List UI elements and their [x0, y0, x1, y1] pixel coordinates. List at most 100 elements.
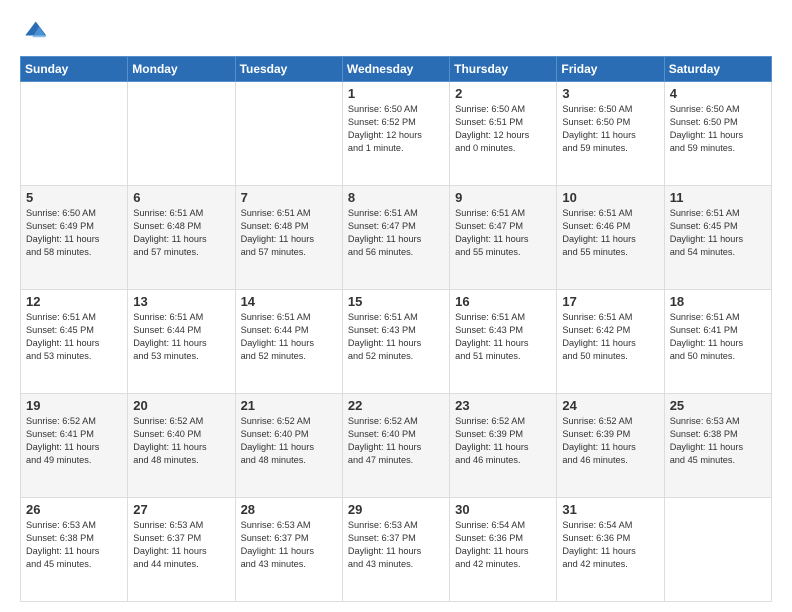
day-info: Sunrise: 6:51 AM Sunset: 6:47 PM Dayligh… — [455, 207, 551, 259]
col-header-thursday: Thursday — [450, 57, 557, 82]
calendar-week-2: 12 Sunrise: 6:51 AM Sunset: 6:45 PM Dayli… — [21, 290, 772, 394]
calendar-cell: 5 Sunrise: 6:50 AM Sunset: 6:49 PM Daylig… — [21, 186, 128, 290]
calendar-cell: 17 Sunrise: 6:51 AM Sunset: 6:42 PM Dayli… — [557, 290, 664, 394]
calendar-cell: 23Sunrise: 6:52 AM Sunset: 6:39 PM Dayli… — [450, 394, 557, 498]
calendar-table: SundayMondayTuesdayWednesdayThursdayFrid… — [20, 56, 772, 602]
day-number: 18 — [670, 294, 766, 309]
day-info: Sunrise: 6:52 AM Sunset: 6:40 PM Dayligh… — [133, 415, 229, 467]
day-info: Sunrise: 6:52 AM Sunset: 6:40 PM Dayligh… — [348, 415, 444, 467]
calendar-cell: 21Sunrise: 6:52 AM Sunset: 6:40 PM Dayli… — [235, 394, 342, 498]
day-number: 16 — [455, 294, 551, 309]
day-number: 20 — [133, 398, 229, 413]
day-info: Sunrise: 6:50 AM Sunset: 6:50 PM Dayligh… — [562, 103, 658, 155]
calendar-cell: 3 Sunrise: 6:50 AM Sunset: 6:50 PM Daylig… — [557, 82, 664, 186]
day-info: Sunrise: 6:53 AM Sunset: 6:37 PM Dayligh… — [133, 519, 229, 571]
col-header-monday: Monday — [128, 57, 235, 82]
calendar-cell: 20 Sunrise: 6:52 AM Sunset: 6:40 PM Dayli… — [128, 394, 235, 498]
col-header-friday: Friday — [557, 57, 664, 82]
calendar-cell: 25 Sunrise: 6:53 AM Sunset: 6:38 PM Dayli… — [664, 394, 771, 498]
day-number: 24 — [562, 398, 658, 413]
calendar-cell: 16 Sunrise: 6:51 AM Sunset: 6:43 PM Dayli… — [450, 290, 557, 394]
day-number: 7 — [241, 190, 337, 205]
calendar-cell: 27Sunrise: 6:53 AM Sunset: 6:37 PM Dayli… — [128, 498, 235, 602]
day-number: 21 — [241, 398, 337, 413]
calendar-cell: 12 Sunrise: 6:51 AM Sunset: 6:45 PM Dayli… — [21, 290, 128, 394]
day-number: 4 — [670, 86, 766, 101]
calendar-cell: 24 Sunrise: 6:52 AM Sunset: 6:39 PM Dayli… — [557, 394, 664, 498]
day-info: Sunrise: 6:52 AM Sunset: 6:41 PM Dayligh… — [26, 415, 122, 467]
day-info: Sunrise: 6:53 AM Sunset: 6:37 PM Dayligh… — [241, 519, 337, 571]
day-number: 30 — [455, 502, 551, 517]
day-number: 31 — [562, 502, 658, 517]
day-info: Sunrise: 6:51 AM Sunset: 6:45 PM Dayligh… — [26, 311, 122, 363]
calendar-cell: 11 Sunrise: 6:51 AM Sunset: 6:45 PM Dayli… — [664, 186, 771, 290]
calendar-cell: 9 Sunrise: 6:51 AM Sunset: 6:47 PM Daylig… — [450, 186, 557, 290]
header — [20, 18, 772, 46]
day-info: Sunrise: 6:52 AM Sunset: 6:39 PM Dayligh… — [455, 415, 551, 467]
calendar-header-row: SundayMondayTuesdayWednesdayThursdayFrid… — [21, 57, 772, 82]
calendar-cell: 22 Sunrise: 6:52 AM Sunset: 6:40 PM Dayli… — [342, 394, 449, 498]
day-number: 17 — [562, 294, 658, 309]
col-header-tuesday: Tuesday — [235, 57, 342, 82]
day-info: Sunrise: 6:50 AM Sunset: 6:52 PM Dayligh… — [348, 103, 444, 155]
calendar-cell: 15 Sunrise: 6:51 AM Sunset: 6:43 PM Dayli… — [342, 290, 449, 394]
day-number: 25 — [670, 398, 766, 413]
col-header-saturday: Saturday — [664, 57, 771, 82]
logo — [20, 18, 52, 46]
calendar-cell: 30Sunrise: 6:54 AM Sunset: 6:36 PM Dayli… — [450, 498, 557, 602]
day-info: Sunrise: 6:51 AM Sunset: 6:47 PM Dayligh… — [348, 207, 444, 259]
calendar-cell: 1 Sunrise: 6:50 AM Sunset: 6:52 PM Daylig… — [342, 82, 449, 186]
day-info: Sunrise: 6:51 AM Sunset: 6:44 PM Dayligh… — [133, 311, 229, 363]
day-info: Sunrise: 6:50 AM Sunset: 6:50 PM Dayligh… — [670, 103, 766, 155]
calendar-cell: 26Sunrise: 6:53 AM Sunset: 6:38 PM Dayli… — [21, 498, 128, 602]
day-info: Sunrise: 6:51 AM Sunset: 6:41 PM Dayligh… — [670, 311, 766, 363]
day-number: 22 — [348, 398, 444, 413]
day-number: 11 — [670, 190, 766, 205]
day-number: 1 — [348, 86, 444, 101]
calendar-cell — [128, 82, 235, 186]
day-number: 9 — [455, 190, 551, 205]
day-number: 29 — [348, 502, 444, 517]
calendar-week-0: 1 Sunrise: 6:50 AM Sunset: 6:52 PM Daylig… — [21, 82, 772, 186]
day-number: 8 — [348, 190, 444, 205]
day-info: Sunrise: 6:50 AM Sunset: 6:49 PM Dayligh… — [26, 207, 122, 259]
calendar-cell — [664, 498, 771, 602]
day-info: Sunrise: 6:51 AM Sunset: 6:43 PM Dayligh… — [455, 311, 551, 363]
day-info: Sunrise: 6:53 AM Sunset: 6:37 PM Dayligh… — [348, 519, 444, 571]
day-number: 10 — [562, 190, 658, 205]
calendar-cell: 28 Sunrise: 6:53 AM Sunset: 6:37 PM Dayli… — [235, 498, 342, 602]
day-info: Sunrise: 6:51 AM Sunset: 6:43 PM Dayligh… — [348, 311, 444, 363]
calendar-cell: 7 Sunrise: 6:51 AM Sunset: 6:48 PM Daylig… — [235, 186, 342, 290]
col-header-wednesday: Wednesday — [342, 57, 449, 82]
col-header-sunday: Sunday — [21, 57, 128, 82]
page: SundayMondayTuesdayWednesdayThursdayFrid… — [0, 0, 792, 612]
day-info: Sunrise: 6:54 AM Sunset: 6:36 PM Dayligh… — [562, 519, 658, 571]
logo-icon — [20, 18, 48, 46]
day-number: 2 — [455, 86, 551, 101]
calendar-week-4: 26Sunrise: 6:53 AM Sunset: 6:38 PM Dayli… — [21, 498, 772, 602]
day-number: 12 — [26, 294, 122, 309]
day-number: 15 — [348, 294, 444, 309]
day-info: Sunrise: 6:50 AM Sunset: 6:51 PM Dayligh… — [455, 103, 551, 155]
calendar-cell: 8 Sunrise: 6:51 AM Sunset: 6:47 PM Daylig… — [342, 186, 449, 290]
day-number: 26 — [26, 502, 122, 517]
calendar-week-3: 19 Sunrise: 6:52 AM Sunset: 6:41 PM Dayli… — [21, 394, 772, 498]
day-info: Sunrise: 6:51 AM Sunset: 6:42 PM Dayligh… — [562, 311, 658, 363]
day-number: 19 — [26, 398, 122, 413]
day-info: Sunrise: 6:51 AM Sunset: 6:44 PM Dayligh… — [241, 311, 337, 363]
calendar-cell: 19 Sunrise: 6:52 AM Sunset: 6:41 PM Dayli… — [21, 394, 128, 498]
day-info: Sunrise: 6:51 AM Sunset: 6:45 PM Dayligh… — [670, 207, 766, 259]
calendar-cell: 13Sunrise: 6:51 AM Sunset: 6:44 PM Dayli… — [128, 290, 235, 394]
calendar-cell: 6Sunrise: 6:51 AM Sunset: 6:48 PM Daylig… — [128, 186, 235, 290]
day-info: Sunrise: 6:53 AM Sunset: 6:38 PM Dayligh… — [670, 415, 766, 467]
calendar-cell: 14Sunrise: 6:51 AM Sunset: 6:44 PM Dayli… — [235, 290, 342, 394]
calendar-cell: 29 Sunrise: 6:53 AM Sunset: 6:37 PM Dayli… — [342, 498, 449, 602]
day-info: Sunrise: 6:51 AM Sunset: 6:48 PM Dayligh… — [241, 207, 337, 259]
calendar-cell: 10Sunrise: 6:51 AM Sunset: 6:46 PM Dayli… — [557, 186, 664, 290]
day-number: 3 — [562, 86, 658, 101]
day-number: 28 — [241, 502, 337, 517]
calendar-cell: 2 Sunrise: 6:50 AM Sunset: 6:51 PM Daylig… — [450, 82, 557, 186]
day-info: Sunrise: 6:52 AM Sunset: 6:39 PM Dayligh… — [562, 415, 658, 467]
calendar-cell — [21, 82, 128, 186]
day-number: 5 — [26, 190, 122, 205]
